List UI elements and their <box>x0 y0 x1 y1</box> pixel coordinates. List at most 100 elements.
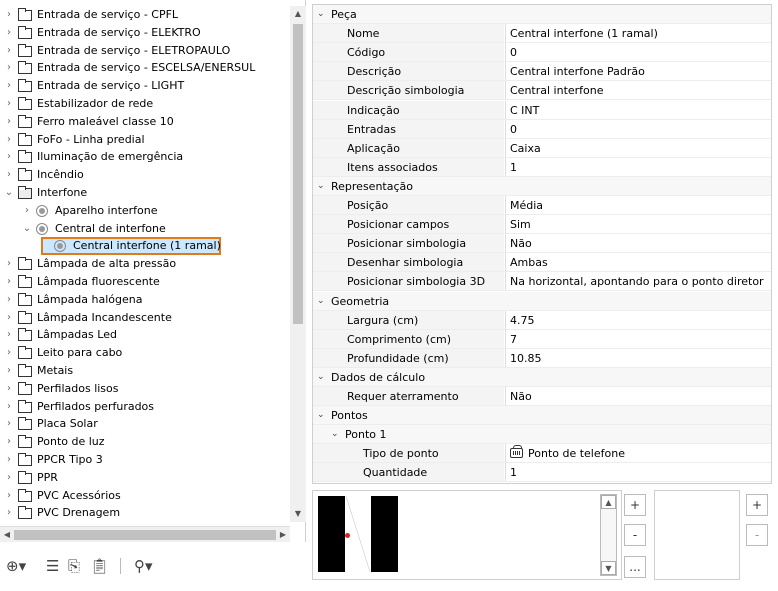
property-value-cell[interactable]: Ponto de telefone <box>505 444 771 463</box>
property-row[interactable]: Itens associados 1 <box>313 157 771 177</box>
property-value-cell[interactable]: Central interfone Padrão <box>505 62 771 81</box>
chevron-down-icon[interactable]: ⌄ <box>317 406 325 425</box>
property-value-cell[interactable]: 7 <box>505 329 771 348</box>
tree-item[interactable]: › Aparelho interfone <box>0 202 290 220</box>
chevron-right-icon[interactable]: › <box>4 380 14 398</box>
chevron-right-icon[interactable]: › <box>4 6 14 24</box>
tree-item[interactable]: › Ponto de luz <box>0 433 290 451</box>
tree-item[interactable]: › Entrada de serviço - ELETROPAULO <box>0 42 290 60</box>
chevron-right-icon[interactable]: › <box>4 487 14 505</box>
property-value-cell[interactable]: Na horizontal, apontando para o ponto di… <box>505 272 771 291</box>
chevron-down-icon[interactable]: ⌄ <box>317 368 325 387</box>
tree-item[interactable]: › Entrada de serviço - CPFL <box>0 6 290 24</box>
tree-item[interactable]: ⌄ Interfone <box>0 184 290 202</box>
indent-icon[interactable]: ☰ <box>46 556 59 576</box>
tree-item[interactable]: › Iluminação de emergência <box>0 148 290 166</box>
chevron-right-icon[interactable]: › <box>4 255 14 273</box>
tree-item[interactable]: › Perfilados perfurados <box>0 398 290 416</box>
property-category[interactable]: ⌄ Geometria <box>313 291 771 311</box>
property-value-cell[interactable]: 0 <box>505 43 771 62</box>
property-value-cell[interactable]: Caixa <box>505 138 771 157</box>
property-value-cell[interactable]: C INT <box>505 100 771 119</box>
property-row[interactable]: Largura (cm) 4.75 <box>313 310 771 330</box>
scrollbar-thumb[interactable] <box>14 530 276 540</box>
tree-item[interactable]: › Placa Solar <box>0 415 290 433</box>
chevron-right-icon[interactable]: › <box>4 309 14 327</box>
property-value-cell[interactable]: Não <box>505 234 771 253</box>
property-row[interactable]: Entradas 0 <box>313 119 771 139</box>
chevron-right-icon[interactable]: › <box>4 42 14 60</box>
tree-item[interactable]: › Estabilizador de rede <box>0 95 290 113</box>
property-row[interactable]: Aplicação Caixa <box>313 138 771 158</box>
property-value-cell[interactable]: 10.85 <box>505 348 771 367</box>
property-value-cell[interactable]: Média <box>505 196 771 214</box>
chevron-down-icon[interactable]: ⌄ <box>317 292 325 311</box>
chevron-down-icon[interactable]: ⌄ <box>317 5 325 24</box>
chevron-right-icon[interactable]: › <box>4 291 14 309</box>
property-row[interactable]: Requer aterramento Não <box>313 387 771 406</box>
chevron-right-icon[interactable]: › <box>4 77 14 95</box>
property-row[interactable]: Código 0 <box>313 43 771 63</box>
add-symbol-button[interactable]: + <box>624 494 646 516</box>
more-options-button[interactable]: ... <box>624 556 646 578</box>
tree-item[interactable]: › Lâmpada halógena <box>0 291 290 309</box>
remove-symbol-button[interactable]: - <box>624 524 646 546</box>
property-row[interactable]: Posição Média <box>313 196 771 215</box>
chevron-down-icon[interactable]: ⌄ <box>317 177 325 196</box>
tree-item[interactable]: › Lâmpada de alta pressão <box>0 255 290 273</box>
chevron-right-icon[interactable]: › <box>4 433 14 451</box>
chevron-right-icon[interactable]: › <box>4 166 14 184</box>
tree-item[interactable]: › PPCR Tipo 3 <box>0 451 290 469</box>
chevron-right-icon[interactable]: › <box>4 398 14 416</box>
chevron-right-icon[interactable]: › <box>4 326 14 344</box>
property-row[interactable]: Desenhar simbologia Ambas <box>313 253 771 273</box>
property-row[interactable]: Indicação C INT <box>313 100 771 120</box>
tree-item[interactable]: ⌄ Central de interfone <box>0 220 290 238</box>
tree-item[interactable]: › PPR <box>0 469 290 487</box>
tree-item[interactable]: › Leito para cabo <box>0 344 290 362</box>
chevron-right-icon[interactable]: › <box>4 148 14 166</box>
property-category[interactable]: ⌄ Representação <box>313 176 771 196</box>
chevron-right-icon[interactable]: › <box>4 273 14 291</box>
tree-item[interactable]: › PVC Acessórios <box>0 487 290 505</box>
property-value-cell[interactable]: Não <box>505 387 771 405</box>
scroll-down-arrow-icon[interactable]: ▼ <box>601 561 616 575</box>
property-row[interactable]: Descrição Central interfone Padrão <box>313 62 771 82</box>
property-category[interactable]: ⌄ Peça <box>313 5 771 24</box>
tree-horizontal-scrollbar[interactable]: ◀ ▶ <box>0 526 290 542</box>
chevron-down-icon[interactable]: ⌄ <box>4 184 14 202</box>
property-row[interactable]: Nome Central interfone (1 ramal) <box>313 24 771 44</box>
tree-item[interactable]: › Lâmpadas Led <box>0 326 290 344</box>
preview-scrollbar[interactable]: ▲ ▼ <box>600 494 617 576</box>
paste-icon[interactable]: 📋︎ <box>90 556 109 576</box>
tree-item[interactable]: Central interfone (1 ramal) <box>0 237 290 256</box>
chevron-down-icon[interactable]: ⌄ <box>331 425 339 444</box>
tree-item[interactable]: › PVC Drenagem <box>0 504 290 522</box>
property-row[interactable]: Descrição simbologia Central interfone <box>313 81 771 101</box>
tree-item[interactable]: › Incêndio <box>0 166 290 184</box>
remove-secondary-button[interactable]: - <box>746 524 768 546</box>
chevron-down-icon[interactable]: ⌄ <box>22 220 32 238</box>
filter-icon[interactable]: ⚲▾ <box>134 556 153 576</box>
property-row[interactable]: Profundidade (cm) 10.85 <box>313 348 771 368</box>
property-value-cell[interactable]: 0 <box>505 119 771 138</box>
chevron-right-icon[interactable]: › <box>4 362 14 380</box>
tree-item[interactable]: › Entrada de serviço - LIGHT <box>0 77 290 95</box>
chevron-right-icon[interactable]: › <box>22 202 32 220</box>
property-category[interactable]: ⌄ Ponto 1 <box>313 425 771 445</box>
tree-item[interactable]: › Lâmpada Incandescente <box>0 309 290 327</box>
property-value-cell[interactable]: Sim <box>505 215 771 234</box>
property-value-cell[interactable]: 1 <box>505 157 771 176</box>
tree-item[interactable]: › Perfilados lisos <box>0 380 290 398</box>
chevron-right-icon[interactable]: › <box>4 113 14 131</box>
scroll-left-arrow-icon[interactable]: ◀ <box>0 527 14 543</box>
property-value-cell[interactable]: Central interfone <box>505 81 771 100</box>
chevron-right-icon[interactable]: › <box>4 415 14 433</box>
property-row[interactable]: Tipo de ponto Ponto de telefone <box>313 444 771 464</box>
property-value-cell[interactable]: 1 <box>505 463 771 482</box>
property-row[interactable]: Quantidade 1 <box>313 463 771 483</box>
chevron-right-icon[interactable]: › <box>4 131 14 149</box>
tree-item[interactable]: › Metais <box>0 362 290 380</box>
add-item-icon[interactable]: ⊕▾ <box>6 556 26 576</box>
chevron-right-icon[interactable]: › <box>4 59 14 77</box>
